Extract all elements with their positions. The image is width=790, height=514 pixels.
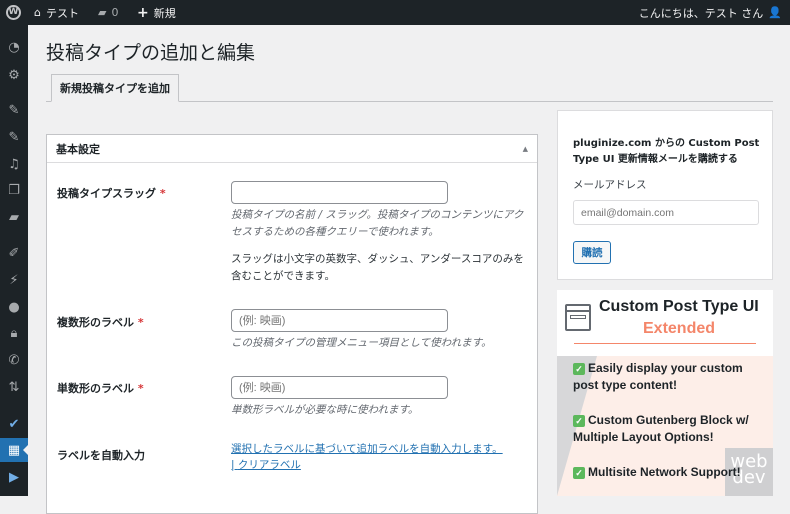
collapse-arrow-icon[interactable]: ▲ [523, 145, 528, 153]
banner-header: Custom Post Type UI Extended [557, 290, 773, 356]
play-icon[interactable]: ▶ [0, 465, 28, 489]
comment-icon: ▰ [98, 6, 107, 19]
banner-subtitle: Extended [643, 320, 716, 337]
auto-populate-label: ラベルを自動入力 [57, 449, 145, 462]
check-icon: ✓ [573, 415, 585, 427]
email-input[interactable] [573, 200, 759, 225]
my-account-link[interactable]: こんにちは、テスト さん 👤 [639, 0, 782, 25]
cptui-icon[interactable]: ▦ [0, 438, 28, 462]
new-content-link[interactable]: + 新規 [137, 0, 176, 25]
subscribe-button[interactable]: 購読 [573, 241, 611, 264]
admin-bar: W ⌂ テスト ▰ 0 + 新規 こんにちは、テスト さん 👤 [0, 0, 790, 25]
plural-description: この投稿タイプの管理メニュー項目として使われます。 [231, 337, 492, 349]
cptui-extended-banner[interactable]: Custom Post Type UI Extended web dev ✓ Eas… [557, 290, 773, 496]
pin-icon[interactable]: ✎ [0, 125, 28, 149]
banner-feature: ✓ Easily display your custom post type co… [573, 361, 743, 392]
dashboard-icon[interactable]: ◔ [0, 35, 28, 59]
comments-link[interactable]: ▰ 0 [98, 0, 118, 25]
admin-sidebar: ◔ ⚙ ✎ ✎ ♫ ❐ ▰ ✐ ⚡ ● 🔒︎ ✆ ⇅ ✔ ▦ ▶ [0, 25, 28, 496]
slug-note: スラッグは小文字の英数字、ダッシュ、アンダースコアのみを含むことができます。 [231, 253, 524, 282]
newsletter-box: pluginize.com からの Custom Post Type UI 更新… [557, 110, 773, 280]
wordpress-logo-icon[interactable]: W [6, 0, 21, 25]
user-icon[interactable]: ● [0, 295, 28, 319]
auto-populate-links: 選択したラベルに基づいて追加ラベルを自動入力します。 | クリアラベル [231, 443, 503, 471]
plus-icon: + [137, 4, 149, 21]
email-label: メールアドレス [573, 179, 647, 191]
plural-label-input[interactable] [231, 309, 448, 332]
clear-labels-link[interactable]: クリアラベル [238, 459, 301, 471]
media-icon[interactable]: ♫ [0, 152, 28, 176]
plural-label: 複数形のラベル * [57, 316, 144, 329]
check-icon: ✓ [573, 363, 585, 375]
pin-icon[interactable]: ✎ [0, 98, 28, 122]
lock-icon[interactable]: 🔒︎ [0, 321, 28, 345]
slug-description: 投稿タイプの名前 / スラッグ。投稿タイプのコンテンツにアクセスするための各種ク… [231, 209, 524, 238]
auto-populate-link[interactable]: 選択したラベルに基づいて追加ラベルを自動入力します。 [231, 443, 503, 455]
panel-header[interactable]: 基本設定 ▲ [47, 135, 537, 163]
tab-add-new[interactable]: 新規投稿タイプを追加 [51, 74, 179, 102]
comments-icon[interactable]: ▰ [0, 205, 28, 229]
banner-feature: ✓ Multisite Network Support! [573, 464, 773, 481]
gear-icon[interactable]: ⚙ [0, 63, 28, 87]
settings-icon[interactable]: ⇅ [0, 375, 28, 399]
plugin-icon[interactable]: ⚡ [0, 268, 28, 292]
singular-label: 単数形のラベル * [57, 382, 144, 395]
home-icon: ⌂ [34, 6, 41, 19]
banner-feature: ✓ Custom Gutenberg Block w/ Multiple Layo… [573, 413, 749, 444]
browser-window-icon [565, 304, 591, 331]
wrench-icon[interactable]: ✆ [0, 348, 28, 372]
singular-description: 単数形ラベルが必要な時に使われます。 [231, 404, 419, 416]
slug-input[interactable] [231, 181, 448, 204]
slug-label: 投稿タイプスラッグ * [57, 187, 166, 200]
brush-icon[interactable]: ✐ [0, 241, 28, 265]
banner-title: Custom Post Type UI [599, 298, 759, 315]
check-icon: ✓ [573, 467, 585, 479]
singular-label-input[interactable] [231, 376, 448, 399]
pages-icon[interactable]: ❐ [0, 178, 28, 202]
shield-check-icon[interactable]: ✔ [0, 412, 28, 436]
basic-settings-panel: 基本設定 ▲ 投稿タイプスラッグ * 投稿タイプの名前 / スラッグ。投稿タイプの… [46, 134, 538, 514]
banner-divider [574, 343, 756, 344]
page-title: 投稿タイプの追加と編集 [46, 42, 256, 64]
avatar: 👤 [768, 6, 782, 19]
newsletter-title: pluginize.com からの Custom Post Type UI 更新… [573, 138, 760, 165]
site-name-link[interactable]: ⌂ テスト [34, 0, 79, 25]
